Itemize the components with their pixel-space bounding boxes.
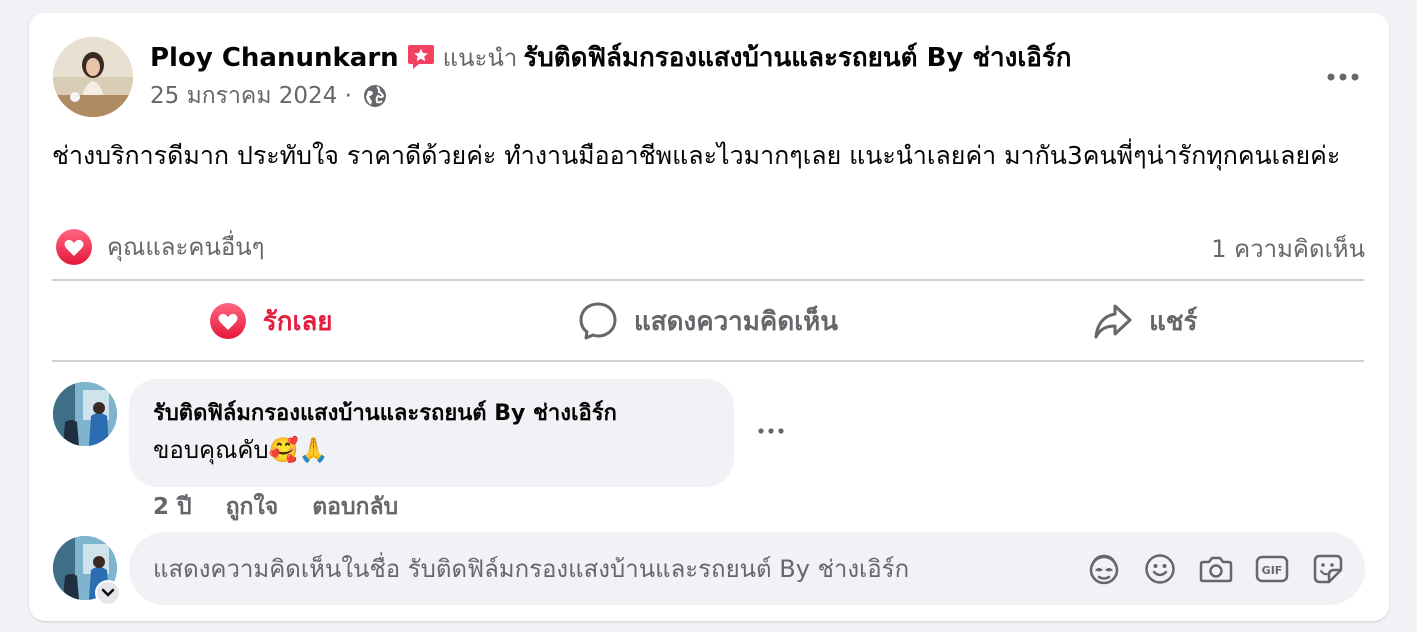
svg-text:GIF: GIF xyxy=(1262,564,1283,577)
post-more-button[interactable] xyxy=(1323,57,1363,97)
comment-button[interactable]: แสดงความคิดเห็น xyxy=(489,281,926,361)
more-horizontal-icon xyxy=(758,428,784,434)
reaction-text: คุณและคนอื่นๆ xyxy=(107,233,265,261)
globe-icon xyxy=(363,84,387,118)
share-button-label: แชร์ xyxy=(1149,306,1198,337)
comment-bubble: รับติดฟิล์มกรองแสงบ้านและรถยนต์ By ช่างเ… xyxy=(129,379,734,487)
comment-text: ขอบคุณคับ🥰🙏 xyxy=(153,436,329,464)
post-actions: รักเลย แสดงความคิดเห็น แชร์ xyxy=(52,281,1364,361)
comment-count[interactable]: 1 ความคิดเห็น xyxy=(1211,229,1365,268)
love-button[interactable]: รักเลย xyxy=(52,281,489,361)
post-header: Ploy Chanunkarn แนะนำ รับติดฟิล์มกรองแสงบ้… xyxy=(150,38,1072,84)
sticker-icon[interactable] xyxy=(1311,552,1345,586)
recommend-star-icon xyxy=(405,40,437,84)
comment-time[interactable]: 2 ปี xyxy=(153,489,192,525)
author-name[interactable]: Ploy Chanunkarn xyxy=(150,43,399,73)
emoji-icon[interactable] xyxy=(1143,552,1177,586)
composer-tools: GIF xyxy=(1087,552,1365,586)
gif-icon[interactable]: GIF xyxy=(1255,552,1289,586)
avatar-sticker-icon[interactable] xyxy=(1087,552,1121,586)
comment-composer[interactable]: แสดงความคิดเห็นในชื่อ รับติดฟิล์มกรองแสง… xyxy=(129,532,1365,605)
share-arrow-icon xyxy=(1094,304,1132,339)
chevron-down-icon xyxy=(95,580,121,606)
more-horizontal-icon xyxy=(1327,73,1359,81)
author-avatar[interactable] xyxy=(53,37,133,117)
comment-actions: 2 ปี ถูกใจ ตอบกลับ xyxy=(153,489,398,525)
recommends-label: แนะนำ xyxy=(442,44,518,72)
share-button[interactable]: แชร์ xyxy=(927,281,1364,361)
divider-bottom xyxy=(52,360,1364,362)
love-icon xyxy=(209,303,246,339)
page-name-link[interactable]: รับติดฟิล์มกรองแสงบ้านและรถยนต์ By ช่างเ… xyxy=(523,43,1071,73)
comment-author-avatar[interactable] xyxy=(53,382,117,446)
post-card: Ploy Chanunkarn แนะนำ รับติดฟิล์มกรองแสงบ้… xyxy=(29,13,1389,621)
comment-bubble-icon xyxy=(579,302,617,340)
composer-identity-switcher[interactable] xyxy=(53,536,121,606)
camera-icon[interactable] xyxy=(1199,552,1233,586)
reaction-summary[interactable]: คุณและคนอื่นๆ xyxy=(55,227,265,266)
post-date[interactable]: 25 มกราคม 2024 · xyxy=(150,83,352,109)
comment-input-placeholder[interactable]: แสดงความคิดเห็นในชื่อ รับติดฟิล์มกรองแสง… xyxy=(153,549,1087,588)
post-meta: 25 มกราคม 2024 · xyxy=(150,79,387,118)
comment-reply-button[interactable]: ตอบกลับ xyxy=(312,489,398,525)
post-body-text: ช่างบริการดีมาก ประทับใจ ราคาดีด้วยค่ะ ท… xyxy=(52,141,1341,170)
comment-more-button[interactable] xyxy=(758,419,784,438)
comment-author-name[interactable]: รับติดฟิล์มกรองแสงบ้านและรถยนต์ By ช่างเ… xyxy=(153,397,710,431)
love-reaction-icon xyxy=(56,228,92,265)
love-button-label: รักเลย xyxy=(262,306,333,337)
comment-like-button[interactable]: ถูกใจ xyxy=(226,489,279,525)
comment-button-label: แสดงความคิดเห็น xyxy=(633,306,838,337)
